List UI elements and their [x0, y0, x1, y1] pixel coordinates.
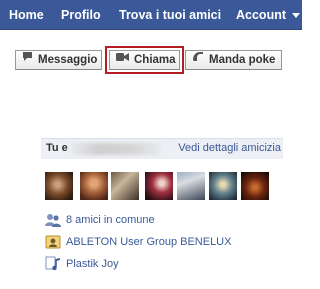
top-navigation-bar: Home Profilo Trova i tuoi amici Account	[0, 0, 302, 30]
music-page-icon	[45, 256, 61, 272]
mutual-friend-photo[interactable]	[111, 172, 139, 200]
poke-hand-icon	[192, 50, 204, 68]
nav-home-link[interactable]: Home	[9, 0, 44, 30]
nav-profile-link[interactable]: Profilo	[61, 0, 101, 30]
you-and-label: Tu e	[46, 142, 68, 154]
speech-bubble-icon	[22, 50, 33, 68]
video-camera-icon	[116, 50, 129, 68]
redacted-friend-name	[70, 143, 162, 155]
mutual-friend-photo[interactable]	[145, 172, 173, 200]
call-button[interactable]: Chiama	[109, 50, 180, 70]
nav-find-friends-link[interactable]: Trova i tuoi amici	[119, 0, 221, 30]
chevron-down-icon	[292, 13, 300, 19]
poke-button-label: Manda poke	[209, 54, 276, 67]
call-button-label: Chiama	[134, 54, 176, 67]
mutual-friend-photo[interactable]	[177, 172, 205, 200]
mutual-friends-link[interactable]: 8 amici in comune	[66, 212, 155, 228]
mutual-friend-photo[interactable]	[45, 172, 73, 200]
mutual-friend-photo[interactable]	[80, 172, 108, 200]
poke-button[interactable]: Manda poke	[185, 50, 282, 70]
message-button-label: Messaggio	[38, 54, 98, 67]
friendship-header: Tu e Vedi dettagli amicizia	[41, 138, 283, 159]
friendship-details-link[interactable]: Vedi dettagli amicizia	[178, 142, 281, 154]
people-icon	[45, 212, 61, 228]
shared-page-link[interactable]: Plastik Joy	[66, 256, 119, 272]
nav-account-label: Account	[236, 8, 286, 22]
nav-account-menu[interactable]: Account	[236, 0, 300, 30]
mutual-friend-photo[interactable]	[209, 172, 237, 200]
shared-group-link[interactable]: ABLETON User Group BENELUX	[66, 234, 231, 250]
mutual-friend-photo[interactable]	[241, 172, 269, 200]
message-button[interactable]: Messaggio	[15, 50, 102, 70]
group-icon	[45, 234, 61, 250]
